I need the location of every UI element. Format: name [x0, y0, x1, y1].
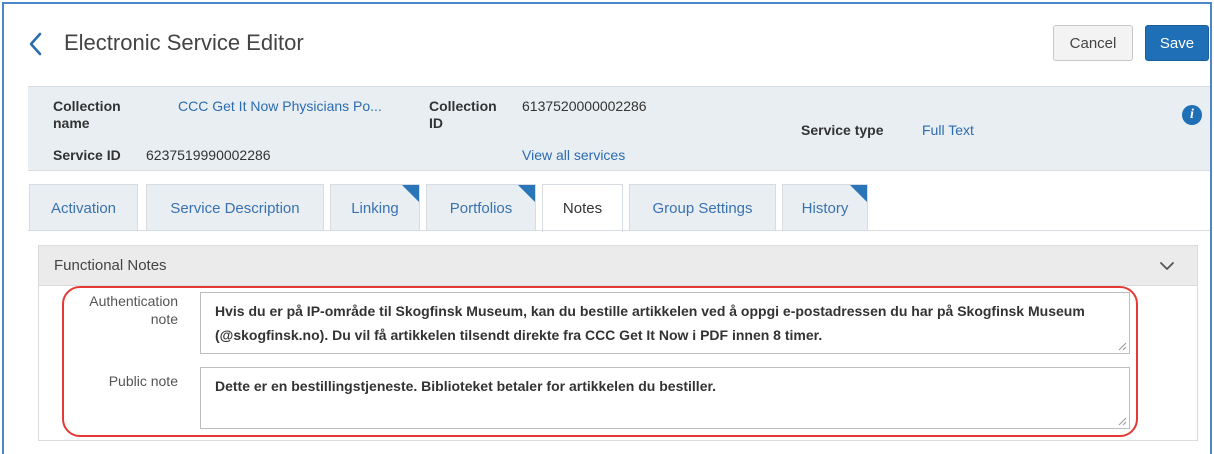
tab-activation[interactable]: Activation — [29, 184, 138, 231]
corner-marker-icon — [850, 185, 867, 202]
cancel-button[interactable]: Cancel — [1053, 25, 1133, 61]
collection-id-label: Collection ID — [429, 98, 497, 131]
panel-title: Functional Notes — [54, 257, 167, 274]
page-title: Electronic Service Editor — [64, 30, 304, 55]
corner-marker-icon — [518, 185, 535, 202]
tab-label: Service Description — [170, 199, 300, 217]
tab-label: Notes — [562, 200, 603, 217]
resize-grip-icon[interactable] — [1118, 342, 1127, 351]
collection-id-value: 6137520000002286 — [522, 98, 647, 114]
chevron-down-icon[interactable] — [1157, 257, 1177, 275]
tab-label: History — [801, 199, 849, 217]
tab-group-settings[interactable]: Group Settings — [629, 184, 776, 231]
public-note-label: Public note — [108, 373, 178, 389]
panel-header[interactable]: Functional Notes — [39, 246, 1197, 286]
service-id-value: 6237519990002286 — [146, 147, 271, 163]
authentication-note-textarea[interactable]: Hvis du er på IP-område til Skogfinsk Mu… — [200, 292, 1130, 354]
tab-linking[interactable]: Linking — [330, 184, 420, 231]
save-button[interactable]: Save — [1145, 25, 1209, 61]
tab-label: Linking — [351, 199, 399, 217]
info-icon[interactable]: i — [1182, 105, 1202, 125]
service-type-link[interactable]: Full Text — [922, 122, 974, 139]
tab-divider — [28, 230, 1210, 231]
tab-notes[interactable]: Notes — [542, 184, 623, 232]
tab-portfolios[interactable]: Portfolios — [426, 184, 536, 231]
public-note-textarea[interactable]: Dette er en bestillingstjeneste. Bibliot… — [200, 367, 1130, 429]
authentication-note-label: Authentication note — [89, 293, 178, 327]
collection-name-label: Collection name — [53, 98, 121, 131]
corner-marker-icon — [402, 185, 419, 202]
view-all-services-link[interactable]: View all services — [522, 147, 625, 164]
collection-name-link[interactable]: CCC Get It Now Physicians Po... — [178, 98, 382, 115]
tab-label: Activation — [50, 199, 117, 217]
resize-grip-icon[interactable] — [1118, 417, 1127, 426]
service-id-label: Service ID — [53, 147, 121, 163]
public-note-text: Dette er en bestillingstjeneste. Bibliot… — [215, 378, 717, 394]
back-arrow-icon[interactable] — [27, 30, 45, 58]
tab-history[interactable]: History — [782, 184, 868, 231]
service-type-label: Service type — [801, 122, 884, 138]
tab-service-description[interactable]: Service Description — [146, 184, 324, 231]
tab-label: Group Settings — [652, 199, 753, 217]
authentication-note-text: Hvis du er på IP-område til Skogfinsk Mu… — [215, 303, 1085, 343]
tab-label: Portfolios — [449, 199, 513, 217]
